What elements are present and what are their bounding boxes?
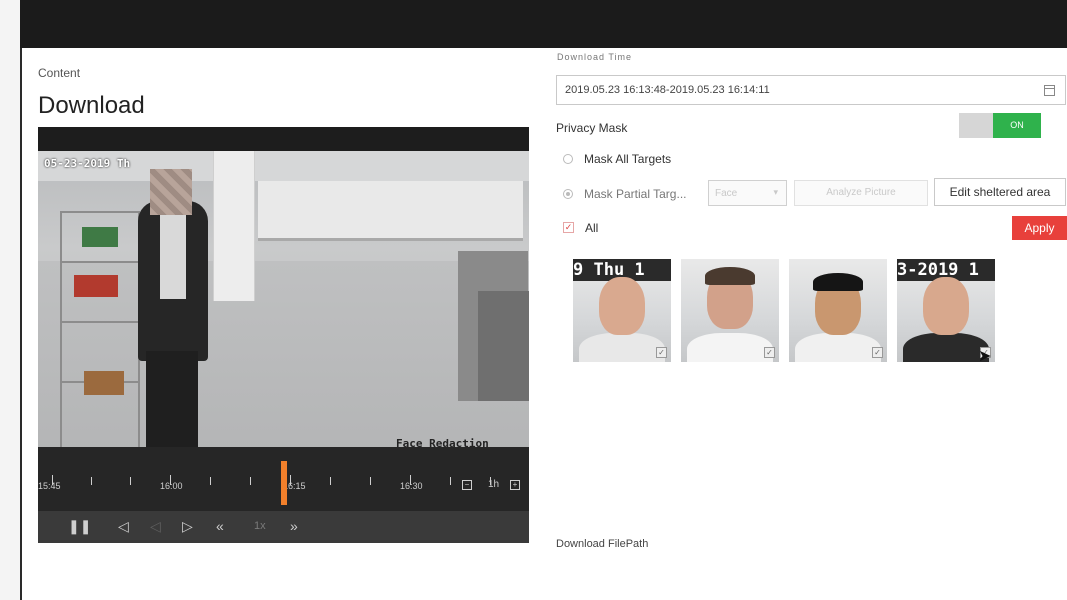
privacy-mask-label: Privacy Mask xyxy=(556,121,628,135)
redacted-face xyxy=(150,169,192,215)
left-divider xyxy=(20,48,22,600)
calendar-icon[interactable] xyxy=(1044,85,1055,96)
page-title: Download xyxy=(38,92,145,119)
video-player[interactable]: 05-23-2019 Th Face Redaction 15:45 16:00… xyxy=(38,127,529,543)
timeline-label: 16:00 xyxy=(160,481,183,491)
mask-partial-label: Mask Partial Targ... xyxy=(584,187,687,201)
reception-counter xyxy=(258,181,523,241)
thumbnail-checkbox[interactable]: ✓ xyxy=(656,347,667,358)
timeline-label: 15:45 xyxy=(38,481,61,491)
speed-up-icon[interactable]: » xyxy=(290,518,298,534)
edit-sheltered-area-button[interactable]: Edit sheltered area xyxy=(934,178,1066,206)
analyze-picture-button[interactable]: Analyze Picture xyxy=(794,180,928,206)
page: Content Download 05-23-2019 Th Face Reda… xyxy=(0,0,1067,600)
osd-datetime: 05-23-2019 Th xyxy=(44,157,131,170)
select-all-checkbox[interactable]: ✓ xyxy=(563,222,574,233)
next-frame-icon[interactable]: ▷ xyxy=(182,518,193,535)
thumbnail-checkbox[interactable]: ✓ xyxy=(764,347,775,358)
download-filepath-label: Download FilePath xyxy=(556,538,649,550)
mask-partial-radio[interactable] xyxy=(563,189,573,199)
face-thumbnail[interactable]: ✓ xyxy=(681,259,779,362)
time-range-label: Download Time xyxy=(557,52,633,62)
timeline[interactable]: 15:45 16:00 16:15 16:30 − 1h + xyxy=(38,447,529,511)
step-back-icon[interactable]: ◁ xyxy=(150,518,161,535)
face-thumbnail[interactable]: 9 Thu 1 ✓ xyxy=(573,259,671,362)
toggle-state: ON xyxy=(993,113,1041,138)
privacy-mask-toggle[interactable]: ON xyxy=(959,113,1041,138)
pillar xyxy=(213,151,255,301)
slow-down-icon[interactable]: « xyxy=(216,518,224,534)
zoom-out-button[interactable]: − xyxy=(462,480,472,490)
time-range-field[interactable]: 2019.05.23 16:13:48-2019.05.23 16:14:11 xyxy=(556,75,1066,105)
video-frame: 05-23-2019 Th Face Redaction xyxy=(38,151,529,471)
mouse-cursor-icon: ➤ xyxy=(978,348,992,365)
playback-controls: ❚❚ ◁ ◁ ▷ « 1x » xyxy=(38,511,529,543)
zoom-in-button[interactable]: + xyxy=(510,480,520,490)
face-thumbnail[interactable]: ✓ xyxy=(789,259,887,362)
time-range-value: 2019.05.23 16:13:48-2019.05.23 16:14:11 xyxy=(565,84,770,96)
prev-frame-icon[interactable]: ◁ xyxy=(118,518,129,535)
zoom-level: 1h xyxy=(488,479,500,490)
playhead[interactable] xyxy=(281,461,287,505)
left-strip xyxy=(0,0,20,600)
mask-all-radio[interactable] xyxy=(563,154,573,164)
top-bar xyxy=(0,0,1067,48)
target-type-value: Face xyxy=(715,188,738,199)
select-all-label: All xyxy=(585,221,599,235)
timeline-label: 16:30 xyxy=(400,481,423,491)
mask-all-label: Mask All Targets xyxy=(584,152,672,166)
target-type-select[interactable]: Face ▾ xyxy=(708,180,787,206)
chevron-down-icon: ▾ xyxy=(773,187,778,197)
content-label: Content xyxy=(38,66,81,80)
pause-icon[interactable]: ❚❚ xyxy=(68,518,91,535)
thumbnail-checkbox[interactable]: ✓ xyxy=(872,347,883,358)
shelf xyxy=(60,211,140,471)
speed-label: 1x xyxy=(254,520,266,532)
apply-button[interactable]: Apply xyxy=(1012,216,1067,240)
